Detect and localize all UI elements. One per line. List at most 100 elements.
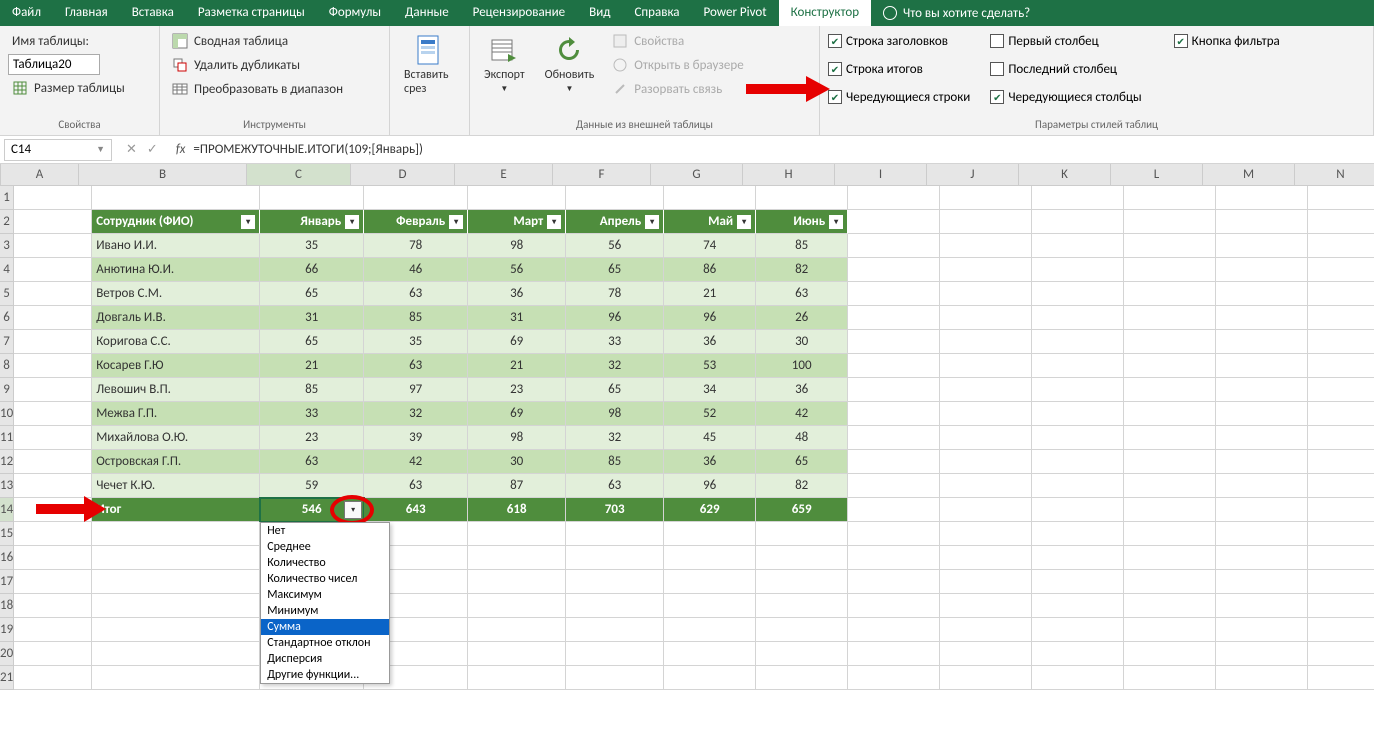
row-header[interactable]: 14: [0, 498, 14, 522]
dropdown-option[interactable]: Количество: [261, 555, 389, 571]
cell[interactable]: 643: [364, 498, 468, 522]
cell[interactable]: 87: [468, 474, 566, 498]
ribbon-tab[interactable]: Вид: [577, 0, 622, 26]
cell[interactable]: [940, 642, 1032, 666]
cell[interactable]: 33: [260, 402, 364, 426]
cell[interactable]: [848, 186, 940, 210]
export-button[interactable]: Экспорт▼: [478, 30, 531, 98]
cell[interactable]: [940, 306, 1032, 330]
row-header[interactable]: 12: [0, 450, 14, 474]
cell[interactable]: 96: [664, 474, 756, 498]
cell[interactable]: Островская Г.П.: [92, 450, 260, 474]
cell[interactable]: [940, 186, 1032, 210]
cell[interactable]: 53: [664, 354, 756, 378]
cell[interactable]: [14, 546, 92, 570]
cell[interactable]: 21: [260, 354, 364, 378]
cell[interactable]: Косарев Г.Ю: [92, 354, 260, 378]
cell[interactable]: 30: [468, 450, 566, 474]
cell[interactable]: 21: [664, 282, 756, 306]
ribbon-tab[interactable]: Данные: [393, 0, 461, 26]
cell[interactable]: [1216, 546, 1308, 570]
cell[interactable]: [14, 450, 92, 474]
cell[interactable]: 56: [566, 234, 664, 258]
cell[interactable]: [1216, 354, 1308, 378]
cell[interactable]: [1216, 330, 1308, 354]
cell[interactable]: [1032, 666, 1124, 690]
row-header[interactable]: 8: [0, 354, 14, 378]
ribbon-tab[interactable]: Конструктор: [779, 0, 871, 26]
cell[interactable]: [1124, 666, 1216, 690]
cell[interactable]: [468, 642, 566, 666]
fx-icon[interactable]: fx: [168, 142, 194, 157]
cell[interactable]: [566, 594, 664, 618]
cell[interactable]: 31: [260, 306, 364, 330]
cell[interactable]: [92, 618, 260, 642]
row-header[interactable]: 11: [0, 426, 14, 450]
cell[interactable]: [756, 666, 848, 690]
cell[interactable]: [1032, 186, 1124, 210]
row-header[interactable]: 19: [0, 618, 14, 642]
row-header[interactable]: 5: [0, 282, 14, 306]
column-header[interactable]: K: [1019, 164, 1111, 186]
cell[interactable]: [92, 546, 260, 570]
cell[interactable]: [940, 570, 1032, 594]
cell[interactable]: [848, 474, 940, 498]
cell[interactable]: 98: [468, 426, 566, 450]
cell[interactable]: [14, 426, 92, 450]
cell[interactable]: [14, 378, 92, 402]
filter-dropdown-icon[interactable]: ▾: [241, 215, 255, 229]
cell[interactable]: 65: [756, 450, 848, 474]
cell[interactable]: 63: [260, 450, 364, 474]
cell[interactable]: [14, 306, 92, 330]
cell[interactable]: [940, 474, 1032, 498]
cell[interactable]: 23: [260, 426, 364, 450]
cell[interactable]: 65: [260, 282, 364, 306]
cell[interactable]: [1032, 594, 1124, 618]
cell[interactable]: 97: [364, 378, 468, 402]
row-header[interactable]: 10: [0, 402, 14, 426]
cell[interactable]: [1308, 306, 1374, 330]
cell[interactable]: Апрель▾: [566, 210, 664, 234]
cell[interactable]: [1124, 258, 1216, 282]
cell[interactable]: [1124, 522, 1216, 546]
cell[interactable]: [848, 378, 940, 402]
filter-dropdown-icon[interactable]: ▾: [449, 215, 463, 229]
dropdown-option[interactable]: Минимум: [261, 603, 389, 619]
cell[interactable]: [1032, 618, 1124, 642]
dropdown-option[interactable]: Нет: [261, 523, 389, 539]
cell[interactable]: [664, 642, 756, 666]
cell[interactable]: 65: [566, 258, 664, 282]
cell[interactable]: [92, 570, 260, 594]
cell[interactable]: [1216, 234, 1308, 258]
cell[interactable]: [14, 282, 92, 306]
filter-button-checkbox[interactable]: ✔Кнопка фильтра: [1174, 30, 1280, 52]
dropdown-option[interactable]: Дисперсия: [261, 651, 389, 667]
cell[interactable]: [468, 594, 566, 618]
cell[interactable]: [1032, 546, 1124, 570]
cell[interactable]: [1032, 330, 1124, 354]
enter-formula-icon[interactable]: ✓: [147, 142, 158, 157]
cell[interactable]: [1124, 570, 1216, 594]
cell[interactable]: [1308, 618, 1374, 642]
cell[interactable]: [1308, 402, 1374, 426]
dropdown-option[interactable]: Сумма: [261, 619, 389, 635]
cell[interactable]: Июнь▾: [756, 210, 848, 234]
cell[interactable]: [848, 354, 940, 378]
cell[interactable]: [1216, 378, 1308, 402]
cell[interactable]: 85: [364, 306, 468, 330]
cell[interactable]: 63: [364, 282, 468, 306]
cell[interactable]: [940, 498, 1032, 522]
cell[interactable]: 48: [756, 426, 848, 450]
cell[interactable]: 42: [756, 402, 848, 426]
cell[interactable]: 96: [664, 306, 756, 330]
cell[interactable]: [1032, 234, 1124, 258]
cell[interactable]: [848, 426, 940, 450]
cell[interactable]: [1124, 234, 1216, 258]
cell[interactable]: [756, 618, 848, 642]
row-header[interactable]: 6: [0, 306, 14, 330]
column-header[interactable]: H: [743, 164, 835, 186]
cell[interactable]: [1124, 450, 1216, 474]
cell[interactable]: [1308, 378, 1374, 402]
cell[interactable]: [1216, 450, 1308, 474]
cell[interactable]: 74: [664, 234, 756, 258]
